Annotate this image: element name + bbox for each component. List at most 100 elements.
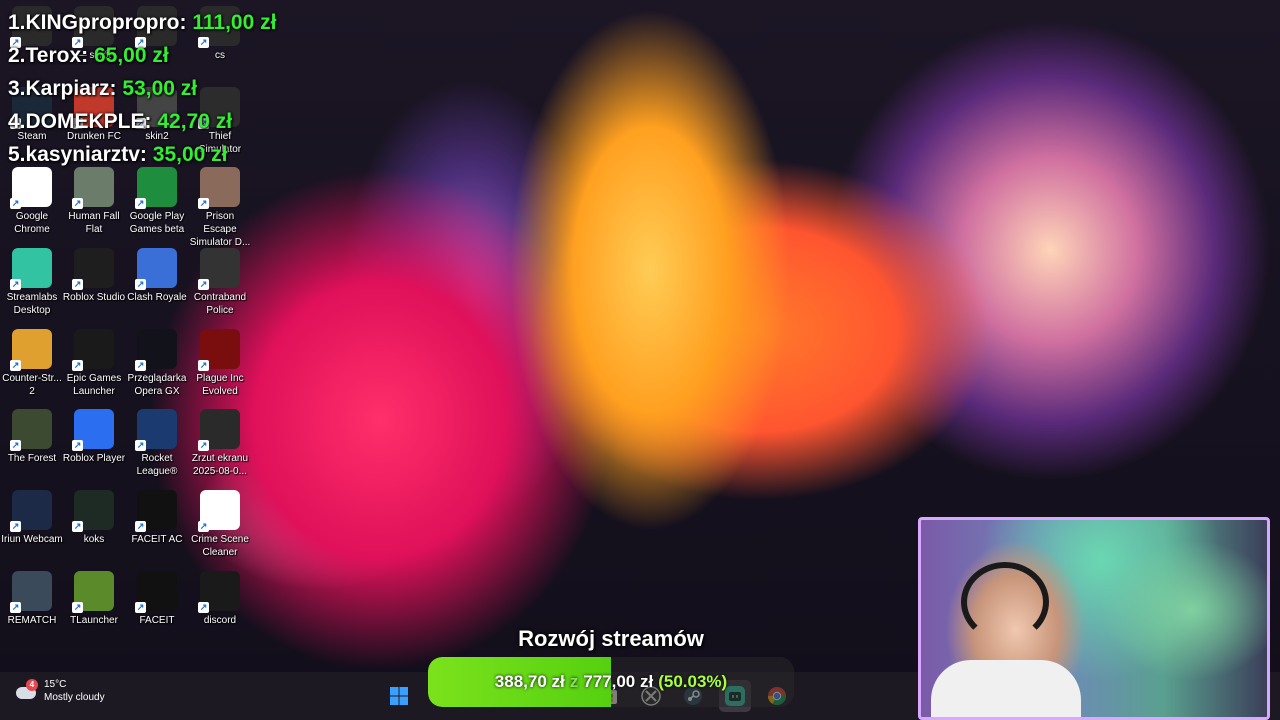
shortcut-arrow-icon: ↗: [198, 602, 209, 613]
desktop-icon-label: Streamlabs Desktop: [6, 292, 58, 316]
shortcut-arrow-icon: ↗: [10, 440, 21, 451]
app-icon: ↗: [72, 571, 114, 613]
desktop-icon[interactable]: ↗ Przeglądarka Opera GX: [125, 329, 189, 398]
app-icon: ↗: [10, 167, 52, 209]
app-icon: ↗: [198, 490, 240, 532]
leaderboard-amount: 35,00 zł: [152, 143, 228, 166]
desktop-icon[interactable]: ↗ Prison Escape Simulator D...: [188, 167, 252, 249]
desktop-icon[interactable]: ↗ Epic Games Launcher: [62, 329, 126, 398]
desktop-icon-label: Crime Scene Cleaner: [191, 534, 249, 558]
leaderboard-name: 5.kasyniarztv:: [8, 143, 147, 166]
desktop-icon-label: Iriun Webcam: [1, 534, 63, 545]
leaderboard-name: 1.KINGpropropro:: [8, 11, 187, 34]
shortcut-arrow-icon: ↗: [135, 198, 146, 209]
desktop-icon[interactable]: ↗ FACEIT: [125, 571, 189, 627]
leaderboard-row: 4.DOMEKPLE: 42,70 zł: [8, 105, 276, 138]
desktop-icon[interactable]: ↗ Zrzut ekranu 2025-08-0...: [188, 409, 252, 478]
desktop-icon[interactable]: ↗ TLauncher: [62, 571, 126, 627]
shortcut-arrow-icon: ↗: [10, 198, 21, 209]
weather-widget[interactable]: 4 15°C Mostly cloudy: [14, 678, 105, 704]
leaderboard-row: 5.kasyniarztv: 35,00 zł: [8, 138, 276, 171]
app-icon: ↗: [198, 571, 240, 613]
webcam-feed: [918, 517, 1270, 720]
desktop-icon-label: Counter-Str... 2: [2, 373, 62, 397]
desktop-icon-label: Plague Inc Evolved: [196, 373, 244, 397]
app-icon: ↗: [135, 490, 177, 532]
app-icon: ↗: [72, 167, 114, 209]
windows-start-icon[interactable]: [383, 680, 415, 712]
desktop-icon-label: REMATCH: [7, 615, 57, 626]
leaderboard-amount: 42,70 zł: [157, 110, 233, 133]
desktop-icon[interactable]: ↗ koks: [62, 490, 126, 546]
desktop-icon-label: Clash Royale: [127, 292, 187, 303]
app-icon: ↗: [10, 571, 52, 613]
shortcut-arrow-icon: ↗: [135, 602, 146, 613]
desktop-icon-label: Google Chrome: [14, 211, 50, 235]
desktop-icon-label: koks: [83, 534, 105, 545]
desktop-icon[interactable]: ↗ Clash Royale: [125, 248, 189, 304]
shortcut-arrow-icon: ↗: [72, 198, 83, 209]
leaderboard-row: 2.Terox: 65,00 zł: [8, 39, 276, 72]
leaderboard-amount: 111,00 zł: [192, 11, 277, 34]
app-icon: ↗: [198, 167, 240, 209]
desktop-icon[interactable]: ↗ Crime Scene Cleaner: [188, 490, 252, 559]
app-icon: ↗: [135, 409, 177, 451]
stream-goal-progress-text: 388,70 zł z 777,00 zł (50.03%): [428, 657, 794, 707]
desktop-icon-label: Human Fall Flat: [68, 211, 120, 235]
shortcut-arrow-icon: ↗: [135, 440, 146, 451]
desktop-icon-label: Roblox Studio: [62, 292, 126, 303]
app-icon: ↗: [10, 490, 52, 532]
desktop-icon[interactable]: ↗ Google Play Games beta: [125, 167, 189, 236]
desktop-icon-label: Prison Escape Simulator D...: [189, 211, 251, 248]
goal-current-amount: 388,70 zł: [494, 672, 565, 691]
app-icon: ↗: [198, 248, 240, 290]
desktop-icon[interactable]: ↗ Human Fall Flat: [62, 167, 126, 236]
leaderboard-name: 2.Terox:: [8, 44, 89, 67]
shortcut-arrow-icon: ↗: [135, 521, 146, 532]
desktop-icon[interactable]: ↗ REMATCH: [0, 571, 64, 627]
desktop-icon-label: discord: [203, 615, 237, 626]
desktop-icon[interactable]: ↗ Roblox Player: [62, 409, 126, 465]
desktop-icon-label: Przeglądarka Opera GX: [127, 373, 187, 397]
shortcut-arrow-icon: ↗: [72, 279, 83, 290]
desktop-icon[interactable]: ↗ discord: [188, 571, 252, 627]
desktop-icon-label: TLauncher: [70, 615, 118, 626]
app-icon: ↗: [135, 329, 177, 371]
desktop-icon-label: Epic Games Launcher: [66, 373, 122, 397]
shortcut-arrow-icon: ↗: [72, 602, 83, 613]
app-icon: ↗: [10, 329, 52, 371]
desktop-icon[interactable]: ↗ Iriun Webcam: [0, 490, 64, 546]
desktop-icon-label: Roblox Player: [62, 453, 126, 464]
shortcut-arrow-icon: ↗: [10, 602, 21, 613]
leaderboard-amount: 53,00 zł: [122, 77, 198, 100]
app-icon: ↗: [72, 409, 114, 451]
weather-badge: 4: [26, 679, 38, 691]
stream-goal-title: Rozwój streamów: [518, 626, 704, 651]
shortcut-arrow-icon: ↗: [198, 198, 209, 209]
shortcut-arrow-icon: ↗: [72, 521, 83, 532]
leaderboard-name: 4.DOMEKPLE:: [8, 110, 152, 133]
desktop-icon-label: Google Play Games beta: [129, 211, 185, 235]
desktop-icon[interactable]: ↗ The Forest: [0, 409, 64, 465]
desktop-icon[interactable]: ↗ Plague Inc Evolved: [188, 329, 252, 398]
desktop-icon[interactable]: ↗ Roblox Studio: [62, 248, 126, 304]
shortcut-arrow-icon: ↗: [10, 521, 21, 532]
shortcut-arrow-icon: ↗: [198, 360, 209, 371]
shortcut-arrow-icon: ↗: [10, 279, 21, 290]
stream-goal-progress-bar: 388,70 zł z 777,00 zł (50.03%): [428, 657, 794, 707]
desktop-icon[interactable]: ↗ Rocket League®: [125, 409, 189, 478]
shortcut-arrow-icon: ↗: [135, 279, 146, 290]
desktop-icon-label: Contraband Police: [193, 292, 247, 316]
desktop-icon-label: Zrzut ekranu 2025-08-0...: [191, 453, 249, 477]
desktop-icon-label: Rocket League®: [136, 453, 178, 477]
app-icon: ↗: [135, 248, 177, 290]
desktop-icon[interactable]: ↗ Contraband Police: [188, 248, 252, 317]
app-icon: ↗: [135, 167, 177, 209]
desktop-icon[interactable]: ↗ Streamlabs Desktop: [0, 248, 64, 317]
app-icon: ↗: [10, 248, 52, 290]
app-icon: ↗: [72, 490, 114, 532]
desktop-icon[interactable]: ↗ Google Chrome: [0, 167, 64, 236]
desktop-icon-label: FACEIT: [139, 615, 175, 626]
desktop-icon[interactable]: ↗ Counter-Str... 2: [0, 329, 64, 398]
desktop-icon[interactable]: ↗ FACEIT AC: [125, 490, 189, 546]
